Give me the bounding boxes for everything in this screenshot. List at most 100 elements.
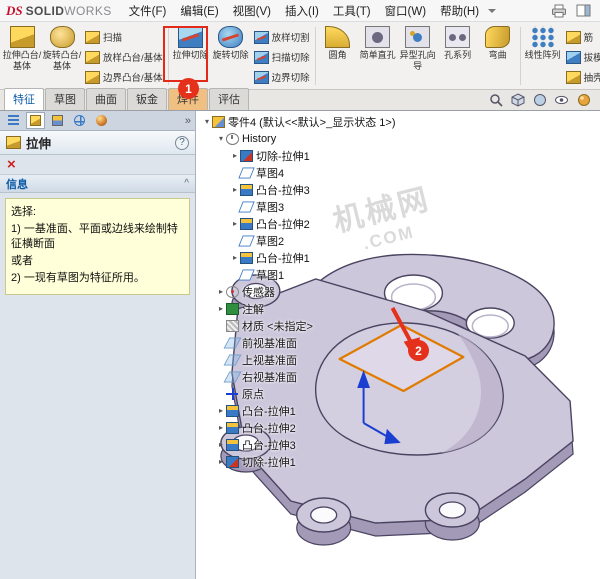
propertymanager-tab-icon[interactable] [26, 112, 45, 129]
tree-item[interactable]: 草图3 [200, 198, 396, 215]
commandmanager-tab[interactable]: 特征 [4, 88, 44, 110]
ribbon-button-flex[interactable]: 弯曲 [478, 23, 518, 89]
graphics-viewport[interactable]: 机械网 .COM ▾ 零件4 (默认<<默认>_显示状态 1>) ▾ Histo… [196, 111, 600, 579]
expand-arrow-icon[interactable]: ▸ [230, 253, 240, 262]
ribbon-stack-misc: 筋 拔模 抽壳 [563, 23, 600, 89]
cancel-button[interactable]: × [7, 157, 16, 172]
menu-item[interactable]: 窗口(W) [378, 1, 434, 21]
displaymanager-tab-icon[interactable] [92, 112, 111, 129]
ribbon-button-small[interactable]: 放样凸台/基体 [82, 47, 166, 67]
toggle-panel-icon[interactable] [575, 3, 592, 19]
ribbon-small-icon [253, 70, 269, 84]
ribbon-button-linear-pattern[interactable]: 线性阵列 [523, 23, 563, 89]
commandmanager-tab[interactable]: 曲面 [86, 88, 126, 110]
ribbon-button-simple-hole[interactable]: 简单直孔 [358, 23, 398, 89]
tree-item[interactable]: ▸ 凸台-拉伸3 [200, 181, 396, 198]
ribbon-button-hole-series[interactable]: 孔系列 [438, 23, 478, 89]
ribbon-button-small[interactable]: 边界凸台/基体 [82, 67, 166, 87]
ribbon-button-label: 弯曲 [488, 50, 507, 60]
ribbon-button-hole-wizard[interactable]: 异型孔向导 [398, 23, 438, 89]
info-section-header[interactable]: 信息 ^ [0, 175, 195, 193]
tree-item[interactable]: ▸ 传感器 [200, 283, 396, 300]
panel-flyout-icon[interactable]: » [185, 115, 191, 127]
menu-item[interactable]: 工具(T) [326, 1, 378, 21]
hide-show-icon[interactable] [553, 92, 570, 108]
configurationmanager-tab-icon[interactable] [48, 112, 67, 129]
ribbon-button-label: 圆角 [328, 50, 347, 60]
menu-item[interactable]: 视图(V) [226, 1, 278, 21]
expand-arrow-icon[interactable]: ▸ [230, 151, 240, 160]
tree-item[interactable]: ▾ 零件4 (默认<<默认>_显示状态 1>) [200, 113, 396, 130]
tree-item[interactable]: 前视基准面 [200, 334, 396, 351]
ribbon-button-revolved-boss[interactable]: 旋转凸台/基体 [42, 23, 82, 89]
ribbon-small-icon [565, 30, 581, 44]
tree-item[interactable]: ▸ 切除-拉伸1 [200, 147, 396, 164]
panel-tab-strip: » [0, 111, 195, 131]
expand-arrow-icon[interactable]: ▸ [216, 440, 226, 449]
ribbon-button-small[interactable]: 筋 [563, 27, 600, 47]
tree-item[interactable]: ▸ 注解 [200, 300, 396, 317]
ribbon-button-extruded-boss[interactable]: 拉伸凸台/基体 [2, 23, 42, 89]
expand-arrow-icon[interactable]: ▸ [216, 304, 226, 313]
ribbon-small-icon [85, 30, 100, 44]
ribbon-button-small[interactable]: 扫描切除 [251, 47, 313, 67]
commandmanager-tab[interactable]: 焊件 [168, 88, 208, 110]
tree-item[interactable]: ▸ 凸台-拉伸1 [200, 249, 396, 266]
appearance-icon[interactable] [575, 92, 592, 108]
tree-item-label: 材质 <未指定> [242, 320, 313, 333]
tree-item[interactable]: ▸ 凸台-拉伸1 [200, 402, 396, 419]
ribbon-button-label: 旋转凸台/基体 [42, 50, 82, 71]
expand-arrow-icon[interactable]: ▾ [202, 117, 212, 126]
tree-item-label: 草图2 [256, 235, 285, 248]
property-manager-panel: » 拉伸 ? × 信息 ^ 选择: 1) 一基准面、平面或边线来绘制特征横断面 [0, 111, 196, 579]
ribbon-button-label: 简单直孔 [359, 50, 396, 60]
tree-item[interactable]: 草图2 [200, 232, 396, 249]
commandmanager-tab[interactable]: 草图 [45, 88, 85, 110]
panel-title-bar: 拉伸 ? [0, 131, 195, 155]
ribbon-button-small[interactable]: 拔模 [563, 47, 600, 67]
expand-arrow-icon[interactable]: ▸ [230, 185, 240, 194]
expand-arrow-icon[interactable]: ▾ [216, 134, 226, 143]
tree-item[interactable]: ▸ 凸台-拉伸3 [200, 436, 396, 453]
help-icon[interactable]: ? [175, 135, 189, 150]
message-line: 1) 一基准面、平面或边线来绘制特征横断面 [11, 223, 178, 250]
zoom-fit-icon[interactable] [487, 92, 504, 108]
menu-item[interactable]: 编辑(E) [173, 1, 225, 21]
view-orientation-icon[interactable] [509, 92, 526, 108]
selection-message-box: 选择: 1) 一基准面、平面或边线来绘制特征横断面 或者 2) 一现有草图为特征… [5, 198, 190, 295]
ribbon-button-revolved-cut[interactable]: 旋转切除 [211, 23, 251, 89]
ribbon-button-small[interactable]: 抽壳 [563, 67, 600, 87]
tree-item[interactable]: 上视基准面 [200, 351, 396, 368]
toolbar-expand-icon[interactable] [488, 8, 497, 17]
ribbon-button-small[interactable]: 扫描 [82, 27, 166, 47]
featuremanager-tab-icon[interactable] [4, 112, 23, 129]
expand-arrow-icon[interactable]: ▸ [216, 406, 226, 415]
tree-item[interactable]: ▸ 凸台-拉伸2 [200, 419, 396, 436]
tree-item[interactable]: 草图1 [200, 266, 396, 283]
menu-item[interactable]: 插入(I) [278, 1, 326, 21]
tree-item[interactable]: 草图4 [200, 164, 396, 181]
menu-item[interactable]: 帮助(H) [433, 1, 486, 21]
tree-item[interactable]: 材质 <未指定> [200, 317, 396, 334]
expand-arrow-icon[interactable]: ▸ [216, 423, 226, 432]
expand-arrow-icon[interactable]: ▸ [216, 457, 226, 466]
ribbon-button-fillet[interactable]: 圆角 [318, 23, 358, 89]
tree-item-label: 零件4 (默认<<默认>_显示状态 1>) [228, 116, 396, 129]
display-style-icon[interactable] [531, 92, 548, 108]
commandmanager-tab[interactable]: 钣金 [127, 88, 167, 110]
tree-item-icon [226, 387, 239, 400]
menu-item[interactable]: 文件(F) [122, 1, 174, 21]
tree-item[interactable]: ▾ History [200, 130, 396, 147]
expand-arrow-icon[interactable]: ▸ [216, 287, 226, 296]
tree-item[interactable]: ▸ 切除-拉伸1 [200, 453, 396, 470]
printer-icon[interactable] [550, 3, 567, 19]
tree-item[interactable]: ▸ 凸台-拉伸2 [200, 215, 396, 232]
ribbon-button-small[interactable]: 边界切除 [251, 67, 313, 87]
ribbon-button-extruded-cut[interactable]: 拉伸切除 [171, 23, 211, 89]
dimxpert-tab-icon[interactable] [70, 112, 89, 129]
ribbon-button-small[interactable]: 放样切割 [251, 27, 313, 47]
commandmanager-tab[interactable]: 评估 [209, 88, 249, 110]
tree-item[interactable]: 原点 [200, 385, 396, 402]
expand-arrow-icon[interactable]: ▸ [230, 219, 240, 228]
tree-item[interactable]: 右视基准面 [200, 368, 396, 385]
